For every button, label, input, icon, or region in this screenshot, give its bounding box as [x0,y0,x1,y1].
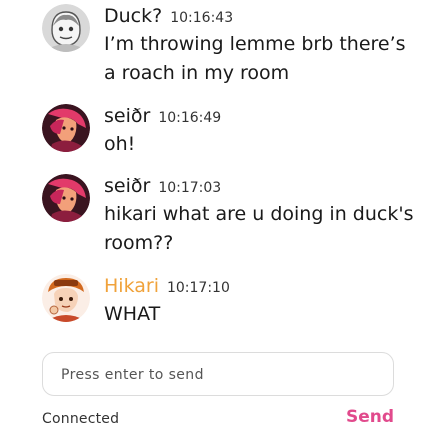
message-content: Hikari 10:17:10 WHAT [104,274,422,329]
pink-character-avatar[interactable] [42,174,90,222]
message-text: I’m throwing lemme brb there’s a roach i… [104,33,406,84]
message-timestamp: 10:16:49 [158,110,222,126]
message-content: seiðr 10:17:03 hikari what are u doing in… [104,174,422,258]
message-header: seiðr 10:16:49 [104,104,422,128]
message-timestamp: 10:17:10 [166,280,230,296]
author-name[interactable]: Duck? [104,5,162,27]
connection-status: Connected [42,411,120,427]
message-header: Hikari 10:17:10 [104,274,422,298]
message-content: seiðr 10:16:49 oh! [104,104,422,159]
pink-character-avatar[interactable] [42,104,90,152]
send-button[interactable]: Send [346,407,394,427]
sketch-face-avatar[interactable] [42,4,90,52]
message-header: seiðr 10:17:03 [104,174,422,198]
message-content: Duck? 10:16:43 I’m throwing lemme brb the… [104,4,422,88]
author-name[interactable]: Hikari [104,275,159,297]
message-input[interactable] [59,353,381,397]
message-composer [42,352,394,397]
message-list: Duck? 10:16:43 I’m throwing lemme brb the… [0,0,444,340]
author-name[interactable]: seiðr [104,175,150,197]
message-timestamp: 10:16:43 [170,10,234,26]
message-header: Duck? 10:16:43 [104,4,422,28]
message-text: hikari what are u doing in duck's room?? [104,203,414,254]
author-name[interactable]: seiðr [104,105,150,127]
orange-hat-character-avatar[interactable] [42,274,90,322]
message-text: oh! [104,133,136,155]
message-text: WHAT [104,303,161,325]
message-timestamp: 10:17:03 [158,180,222,196]
